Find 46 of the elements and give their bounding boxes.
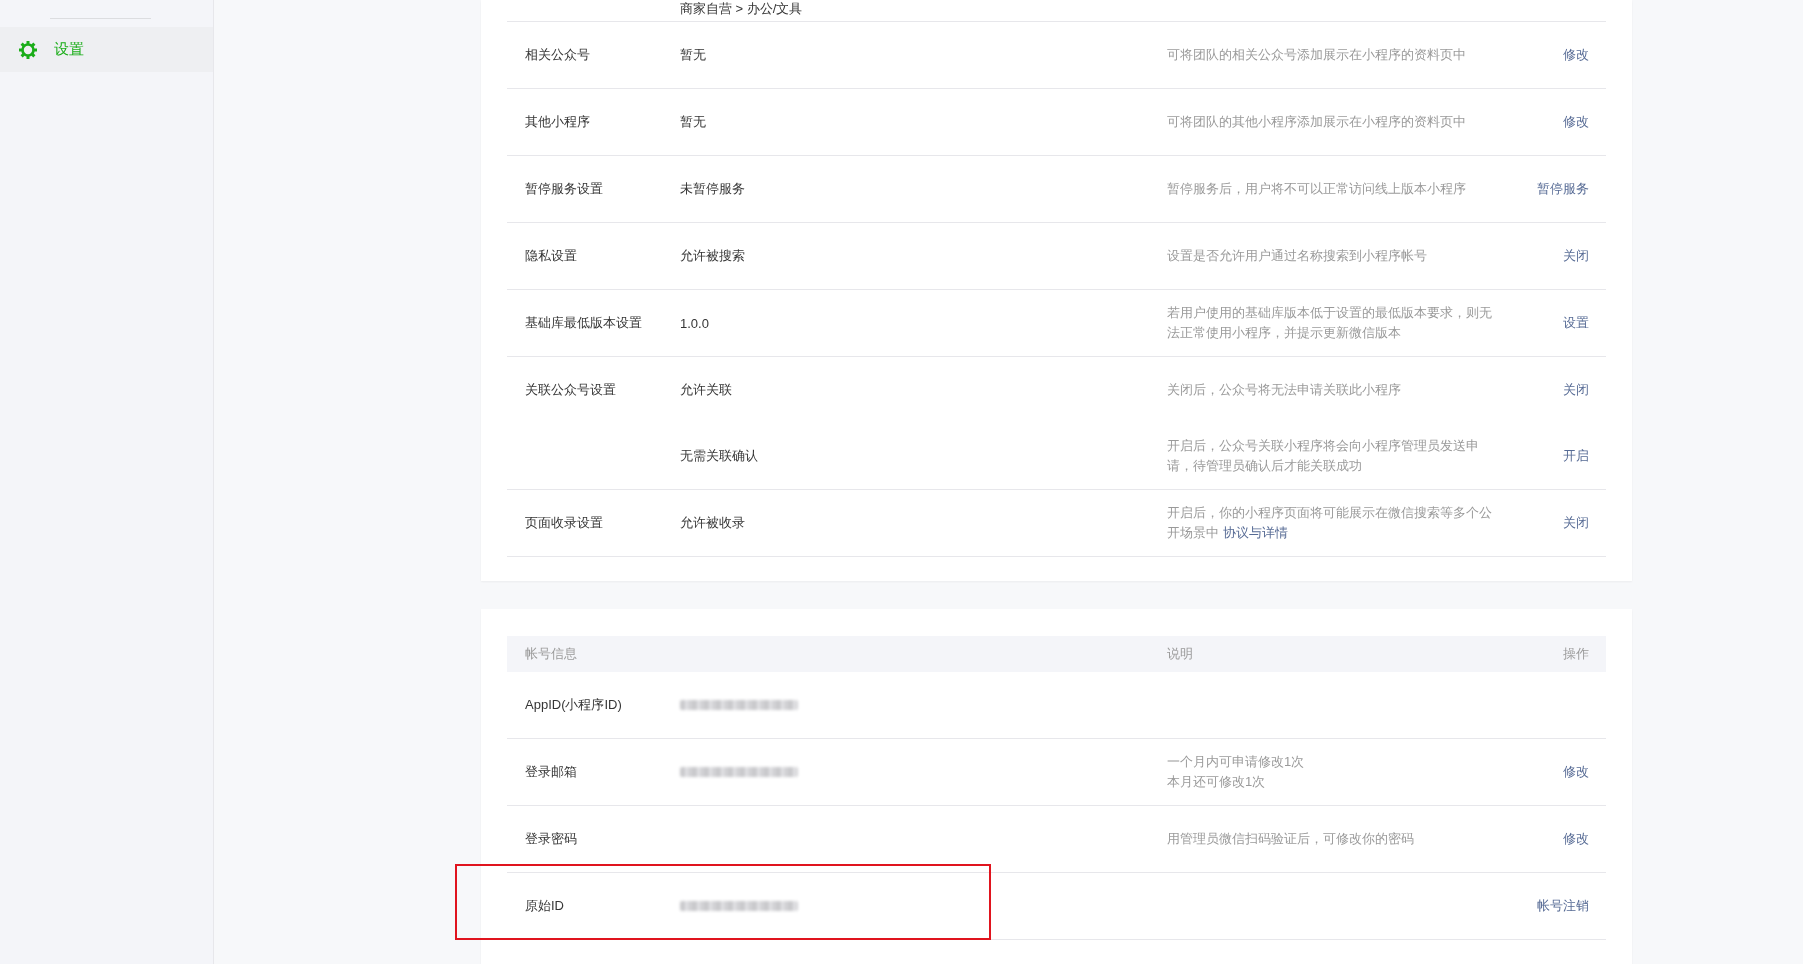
setting-description: 设置是否允许用户通过名称搜索到小程序帐号	[1167, 247, 1428, 265]
setting-value: 暂无	[680, 46, 707, 64]
action-link[interactable]: 关闭	[1563, 247, 1589, 265]
setting-value: 允许关联	[680, 381, 733, 399]
action-link[interactable]: 修改	[1563, 763, 1589, 781]
setting-value: 无需关联确认	[680, 447, 759, 465]
details-link[interactable]: 协议与详情	[1222, 525, 1288, 540]
action-link[interactable]: 关闭	[1563, 514, 1589, 532]
action-link[interactable]: 关闭	[1563, 381, 1589, 399]
account-description: 本月还可修改1次	[1167, 773, 1267, 791]
account-description: 用管理员微信扫码验证后，可修改你的密码	[1167, 830, 1415, 848]
action-link[interactable]: 设置	[1563, 314, 1589, 332]
column-header: 说明	[1167, 645, 1194, 663]
action-link[interactable]: 修改	[1563, 830, 1589, 848]
setting-label: 暂停服务设置	[525, 180, 604, 198]
setting-description: 开启后，公众号关联小程序将会向小程序管理员发送申请，待管理员确认后才能关联成功	[1167, 437, 1480, 475]
setting-label: 页面收录设置	[525, 514, 604, 532]
setting-value: 允许被收录	[680, 514, 746, 532]
setting-value: 暂无	[680, 113, 707, 131]
setting-description: 关闭后，公众号将无法申请关联此小程序	[1167, 381, 1402, 399]
category-text: 商家自营 > 办公/文具	[680, 1, 803, 17]
setting-description: 可将团队的相关公众号添加展示在小程序的资料页中	[1167, 46, 1467, 64]
setting-label: 关联公众号设置	[525, 381, 617, 399]
action-link[interactable]: 修改	[1563, 113, 1589, 131]
action-link[interactable]: 开启	[1563, 447, 1589, 465]
setting-description: 暂停服务后，用户将不可以正常访问线上版本小程序	[1167, 180, 1467, 198]
settings-icon	[18, 39, 38, 60]
setting-description: 可将团队的其他小程序添加展示在小程序的资料页中	[1167, 113, 1467, 131]
setting-value: 允许被搜索	[680, 247, 746, 265]
setting-label: 基础库最低版本设置	[525, 314, 643, 332]
account-label: 登录邮箱	[525, 763, 578, 781]
action-link[interactable]: 帐号注销	[1537, 897, 1589, 915]
setting-description: 开启后，你的小程序页面将可能展示在微信搜索等多个公开场景中 协议与详情	[1167, 504, 1493, 542]
setting-value: 未暂停服务	[680, 180, 746, 198]
setting-label: 隐私设置	[525, 247, 578, 265]
setting-label: 相关公众号	[525, 46, 591, 64]
account-label: 原始ID	[525, 897, 565, 915]
setting-description: 若用户使用的基础库版本低于设置的最低版本要求，则无法正常使用小程序，并提示更新微信版本	[1167, 304, 1493, 342]
account-label: AppID(小程序ID)	[525, 696, 623, 714]
action-link[interactable]: 修改	[1563, 46, 1589, 64]
column-header: 操作	[1563, 645, 1589, 663]
setting-value: 1.0.0	[680, 315, 710, 331]
column-header: 帐号信息	[525, 645, 578, 663]
action-link[interactable]: 暂停服务	[1537, 180, 1589, 198]
account-label: 登录密码	[525, 830, 578, 848]
setting-label: 其他小程序	[525, 113, 591, 131]
